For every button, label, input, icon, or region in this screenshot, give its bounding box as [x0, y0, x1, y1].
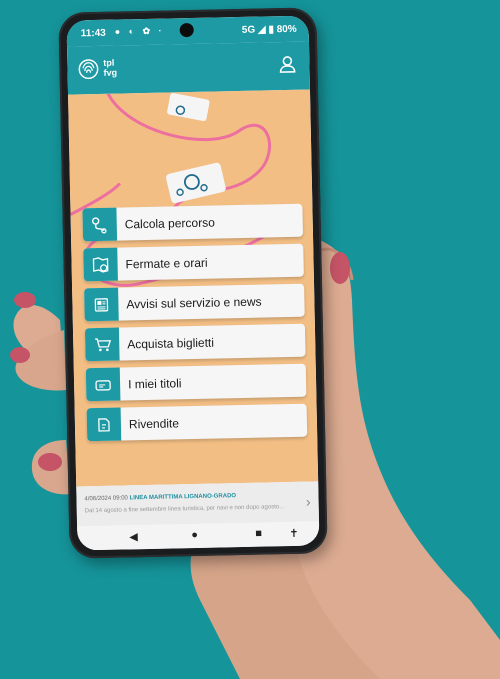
- cart-icon: [84, 327, 120, 362]
- menu-item-label: Acquista biglietti: [127, 335, 215, 352]
- brand-name: tpl fvg: [103, 58, 117, 78]
- menu-item-label: Avvisi sul servizio e news: [126, 294, 262, 312]
- notification-icons: ● ◐ ✿ ·: [114, 25, 165, 37]
- smartphone: 11:43 ● ◐ ✿ · 5G ◢ ▮ 80% tpl fvg Calcola…: [58, 7, 328, 559]
- menu-item-label: I miei titoli: [127, 376, 182, 392]
- menu-item-i-miei-titoli[interactable]: I miei titoli: [85, 363, 307, 402]
- phone-screen: 11:43 ● ◐ ✿ · 5G ◢ ▮ 80% tpl fvg Calcola…: [66, 15, 320, 551]
- news-subtitle: Dal 14 agosto a fine settembre linea tur…: [84, 504, 285, 515]
- menu-item-rivendite[interactable]: Rivendite: [86, 403, 308, 442]
- news-headline: 4/06/2024 09:00 LINEA MARITTIMA LIGNANO-…: [84, 493, 236, 502]
- system-nav-bar: ◀ ● ■ ✝: [77, 521, 320, 551]
- menu-item-label: Rivendite: [128, 416, 180, 432]
- news-title: LINEA MARITTIMA LIGNANO-GRADO: [129, 493, 237, 502]
- menu-item-avvisi-news[interactable]: Avvisi sul servizio e news: [84, 283, 305, 322]
- route-pin-icon: [82, 207, 118, 242]
- chevron-right-icon[interactable]: ›: [306, 494, 311, 510]
- main-menu: Calcola percorso Fermate e orari Avvisi …: [82, 203, 308, 449]
- brand-line-1: tpl: [103, 57, 115, 68]
- map-clock-icon: [83, 247, 118, 282]
- brand-line-2: fvg: [103, 67, 118, 78]
- news-date: 4/06/2024 09:00: [84, 495, 128, 503]
- app-header: tpl fvg: [67, 41, 310, 95]
- status-time: 11:43: [80, 27, 106, 40]
- ticket-icon: [85, 367, 121, 402]
- accessibility-icon[interactable]: ✝: [289, 527, 298, 540]
- menu-item-acquista-biglietti[interactable]: Acquista biglietti: [84, 323, 306, 362]
- front-camera: [179, 22, 194, 38]
- home-icon[interactable]: ●: [191, 529, 198, 541]
- fingerprint-icon[interactable]: [77, 58, 99, 80]
- newspaper-icon: [84, 287, 119, 322]
- store-ticket-icon: [86, 407, 122, 442]
- menu-item-calcola-percorso[interactable]: Calcola percorso: [82, 203, 304, 242]
- menu-item-label: Fermate e orari: [125, 255, 208, 272]
- menu-item-fermate-e-orari[interactable]: Fermate e orari: [83, 243, 304, 282]
- back-icon[interactable]: ◀: [129, 530, 138, 543]
- menu-item-label: Calcola percorso: [124, 215, 215, 232]
- signal-battery-status: 5G ◢ ▮ 80%: [241, 23, 297, 36]
- news-banner[interactable]: 4/06/2024 09:00 LINEA MARITTIMA LIGNANO-…: [76, 481, 320, 527]
- user-icon[interactable]: [277, 54, 297, 74]
- recents-icon[interactable]: ■: [255, 528, 262, 540]
